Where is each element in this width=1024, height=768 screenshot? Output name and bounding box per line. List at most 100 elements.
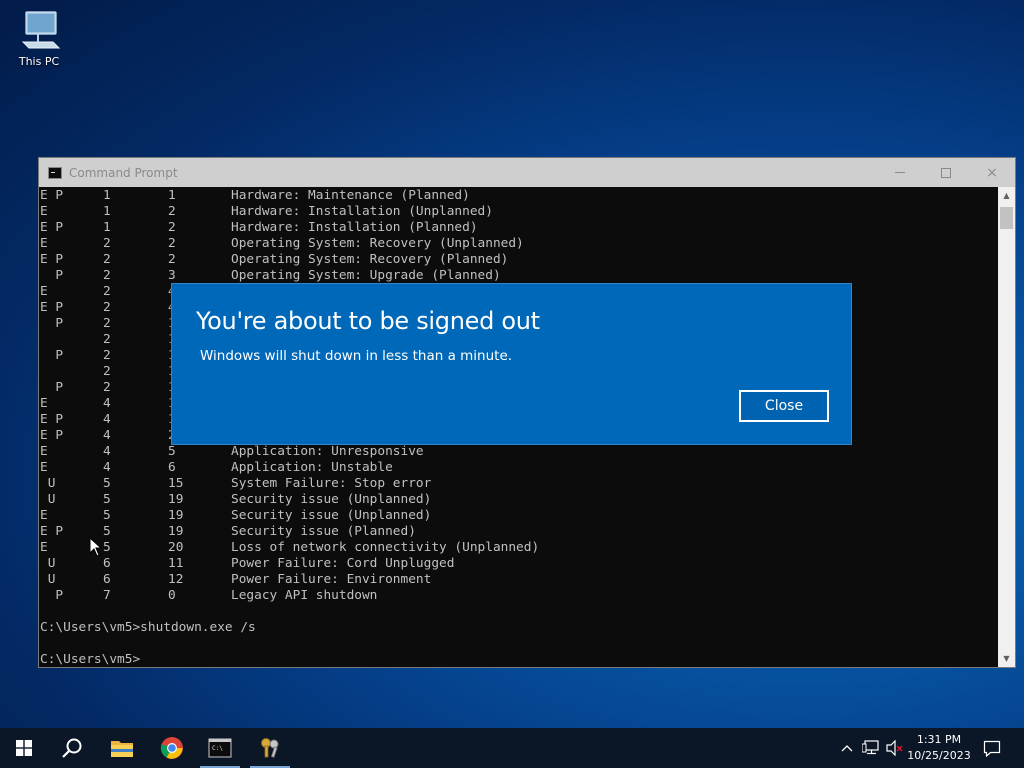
console-major: 5: [103, 476, 111, 491]
console-line: U 5 19 Security issue (Unplanned): [40, 492, 990, 508]
console-reason: Security issue (Unplanned): [231, 492, 432, 507]
console-minor: 0: [168, 588, 176, 603]
search-button[interactable]: [48, 728, 96, 768]
terminal-icon: C:\: [208, 738, 232, 758]
console-reason: Application: Unstable: [231, 460, 393, 475]
console-line: E P 1 1 Hardware: Maintenance (Planned): [40, 188, 990, 204]
console-line: U 5 15 System Failure: Stop error: [40, 476, 990, 492]
show-hidden-icons-button[interactable]: [838, 728, 856, 768]
console-reason: Security issue (Planned): [231, 524, 416, 539]
console-minor: 1: [168, 188, 176, 203]
computer-icon: [21, 11, 61, 49]
console-flags: P: [40, 380, 64, 395]
console-major: 7: [103, 588, 111, 603]
console-flags: E: [40, 460, 48, 475]
mouse-cursor-icon: [89, 537, 103, 557]
console-flags: E: [40, 284, 48, 299]
console-minor: 5: [168, 444, 176, 459]
console-flags: U: [40, 572, 56, 587]
console-minor: 15: [168, 476, 184, 491]
console-flags: E P: [40, 428, 64, 443]
console-reason: Hardware: Maintenance (Planned): [231, 188, 470, 203]
console-reason: Legacy API shutdown: [231, 588, 378, 603]
cmd-scrollbar[interactable]: ▲ ▼: [998, 187, 1015, 667]
console-flags: E P: [40, 412, 64, 427]
console-flags: E P: [40, 300, 64, 315]
console-major: 5: [103, 524, 111, 539]
clock-time: 1:31 PM: [916, 733, 962, 746]
desktop-icon-this-pc[interactable]: This PC: [10, 8, 68, 68]
close-window-button[interactable]: ×: [969, 158, 1015, 187]
console-line: P 7 0 Legacy API shutdown: [40, 588, 990, 604]
keys-app-taskbar-button[interactable]: [246, 728, 294, 768]
cmd-app-icon: [48, 166, 62, 179]
chrome-icon: [160, 737, 183, 759]
clock-date: 10/25/2023: [907, 749, 971, 762]
console-major: 2: [103, 364, 111, 379]
console-major: 6: [103, 572, 111, 587]
console-major: 4: [103, 460, 111, 475]
console-reason: Operating System: Upgrade (Planned): [231, 268, 501, 283]
console-major: 2: [103, 348, 111, 363]
keys-icon: [261, 738, 279, 758]
start-button[interactable]: [0, 728, 48, 768]
file-explorer-button[interactable]: [98, 728, 146, 768]
console-major: 1: [103, 220, 111, 235]
dialog-close-button[interactable]: Close: [739, 390, 829, 422]
console-minor: 11: [168, 556, 184, 571]
console-reason: Application: Unresponsive: [231, 444, 424, 459]
scroll-down-icon[interactable]: ▼: [998, 650, 1015, 667]
console-minor: 2: [168, 236, 176, 251]
cmd-window-title: Command Prompt: [69, 165, 178, 180]
volume-tray-button[interactable]: [884, 728, 906, 768]
console-flags: E P: [40, 252, 64, 267]
console-minor: 20: [168, 540, 184, 555]
console-flags: E P: [40, 220, 64, 235]
console-flags: E P: [40, 188, 64, 203]
console-flags: E: [40, 444, 48, 459]
console-minor: 3: [168, 268, 176, 283]
console-minor: 6: [168, 460, 176, 475]
cmd-titlebar[interactable]: Command Prompt ×: [39, 158, 1015, 187]
svg-text:C:\: C:\: [212, 745, 223, 752]
desktop-icon-label: This PC: [18, 55, 60, 68]
network-icon: [862, 740, 879, 755]
console-line: E P 2 2 Operating System: Recovery (Planned…: [40, 252, 990, 268]
windows-logo-icon: [16, 740, 32, 756]
minimize-icon: [895, 172, 905, 173]
console-command-line: C:\Users\vm5>shutdown.exe /s: [40, 620, 256, 635]
console-flags: E: [40, 236, 48, 251]
scroll-up-icon[interactable]: ▲: [998, 187, 1015, 204]
console-reason: Operating System: Recovery (Planned): [231, 252, 509, 267]
console-major: 5: [103, 492, 111, 507]
console-flags: E P: [40, 524, 64, 539]
console-minor: 2: [168, 204, 176, 219]
console-reason: Operating System: Recovery (Unplanned): [231, 236, 524, 251]
action-center-button[interactable]: [978, 728, 1006, 768]
console-major: 1: [103, 204, 111, 219]
console-minor: 2: [168, 252, 176, 267]
minimize-button[interactable]: [877, 158, 923, 187]
console-major: 4: [103, 412, 111, 427]
console-major: 4: [103, 428, 111, 443]
console-flags: E: [40, 396, 48, 411]
console-major: 4: [103, 396, 111, 411]
console-line: E 1 2 Hardware: Installation (Unplanned): [40, 204, 990, 220]
console-flags: U: [40, 492, 56, 507]
network-tray-button[interactable]: [860, 728, 882, 768]
console-major: 5: [103, 540, 111, 555]
console-flags: P: [40, 588, 64, 603]
maximize-button[interactable]: [923, 158, 969, 187]
console-flags: E: [40, 508, 48, 523]
taskbar-clock[interactable]: 1:31 PM 10/25/2023: [904, 732, 974, 764]
scrollbar-thumb[interactable]: [1000, 207, 1013, 229]
command-prompt-taskbar-button[interactable]: C:\: [196, 728, 244, 768]
console-minor: 12: [168, 572, 184, 587]
chrome-button[interactable]: [148, 728, 196, 768]
console-reason: System Failure: Stop error: [231, 476, 432, 491]
console-flags: U: [40, 476, 56, 491]
console-minor: 19: [168, 492, 184, 507]
console-major: 2: [103, 268, 111, 283]
console-line: E 5 20 Loss of network connectivity (Unplan…: [40, 540, 990, 556]
console-major: 1: [103, 188, 111, 203]
